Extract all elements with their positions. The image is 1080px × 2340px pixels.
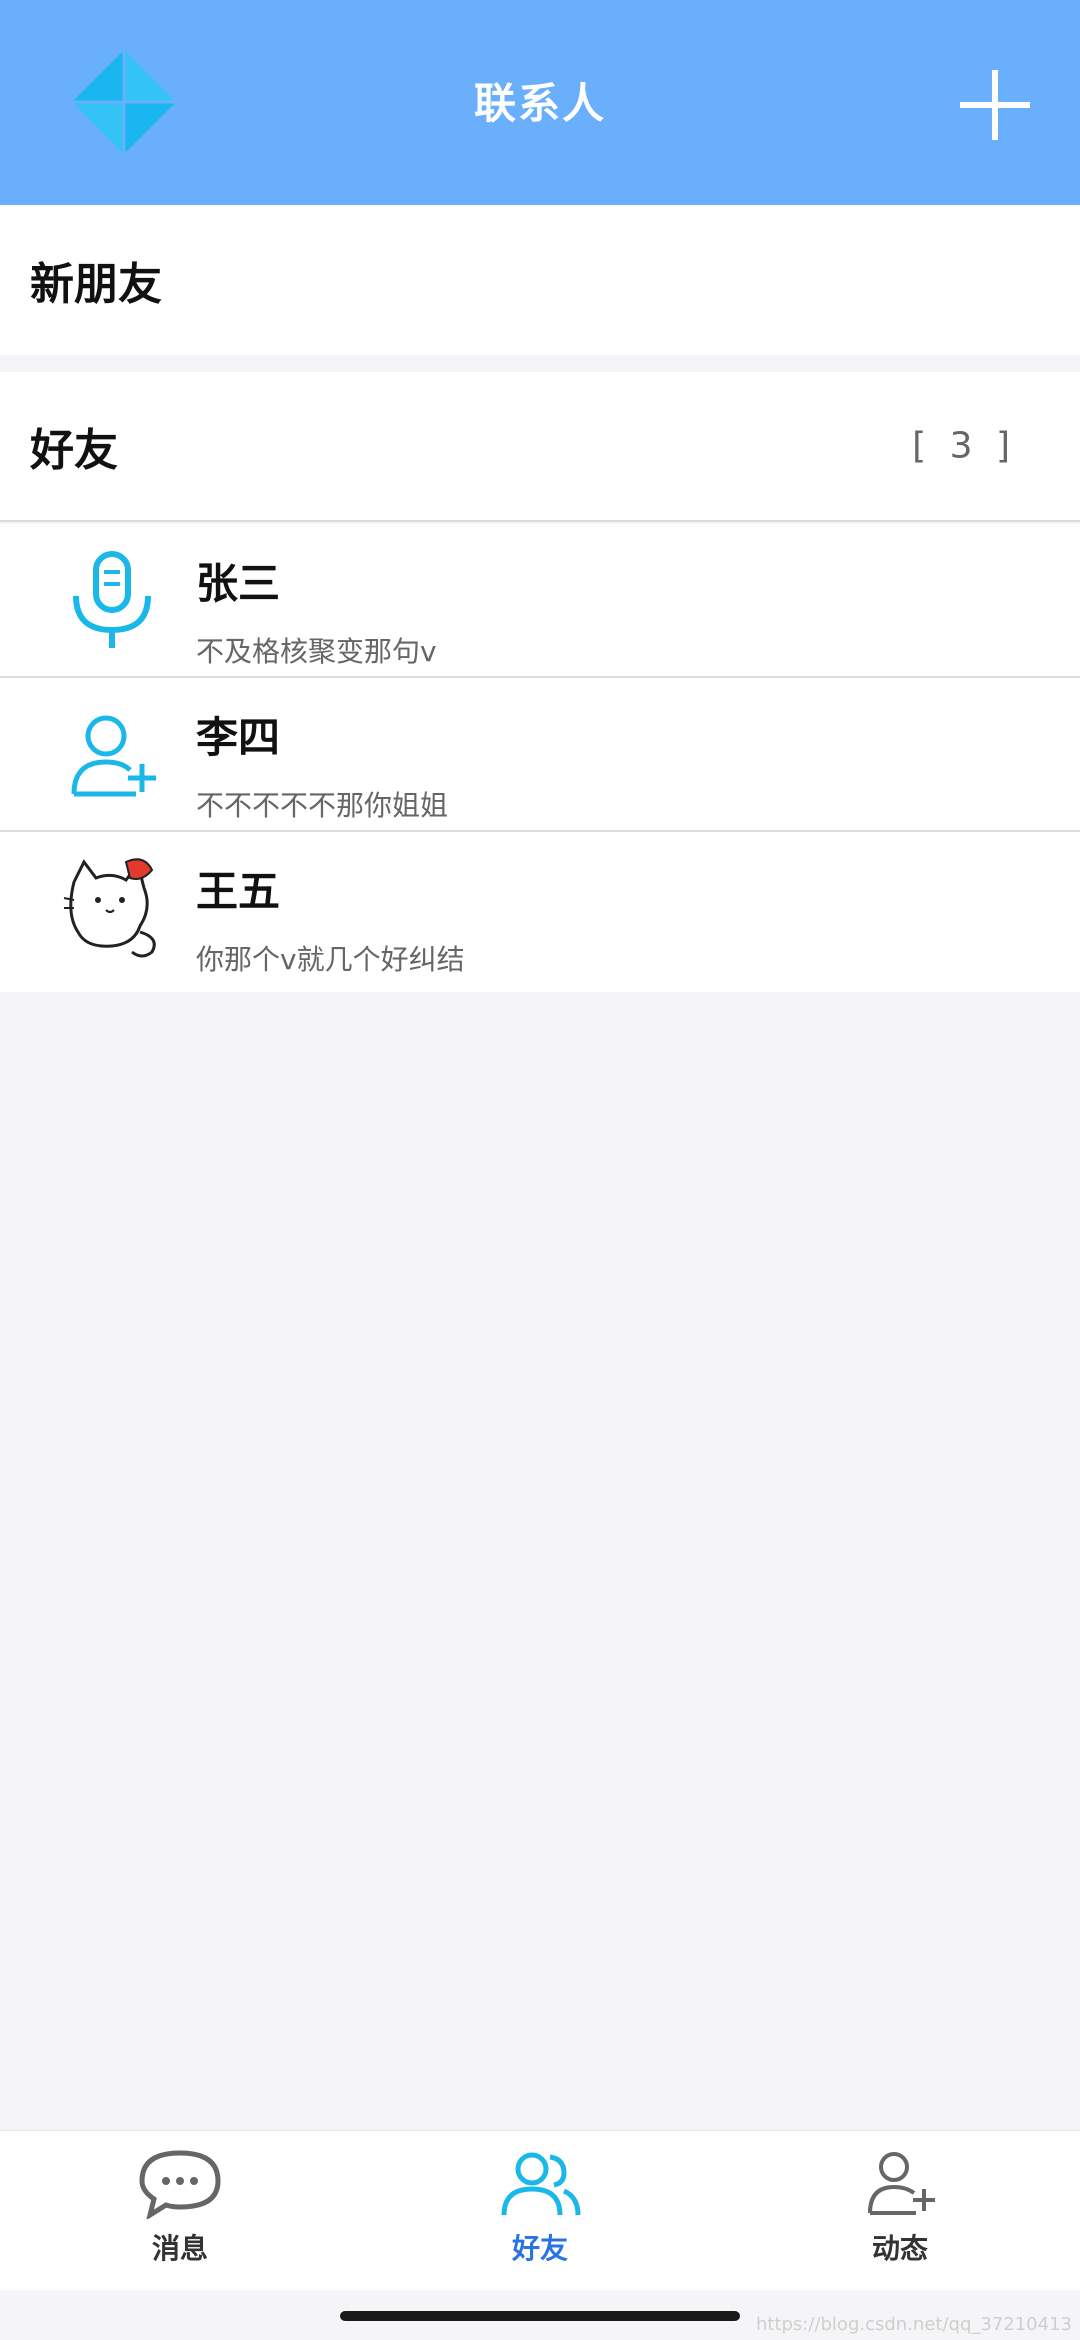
friends-group-label: 好友 — [30, 425, 118, 476]
contact-name: 李四 — [196, 713, 281, 762]
bottom-tab-bar: 消息 好友 动态 — [0, 2130, 1080, 2290]
contact-last-message: 不不不不不那你姐姐 — [196, 789, 449, 822]
contact-name: 王五 — [196, 867, 281, 916]
new-friends-row[interactable]: 新朋友 — [0, 205, 1080, 355]
contact-item[interactable]: 李四 不不不不不那你姐姐 — [0, 678, 1080, 832]
tab-messages[interactable]: 消息 — [80, 2149, 280, 2289]
contact-list: 张三 不及格核聚变那句v 李四 不不不不不那你姐姐 王五 你那个v就几个好纠结 — [0, 524, 1080, 992]
tab-friends-label: 好友 — [511, 2232, 568, 2265]
page-title: 联系人 — [473, 79, 606, 128]
friends-icon — [501, 2152, 581, 2216]
plus-icon[interactable] — [960, 70, 1030, 140]
tab-messages-label: 消息 — [151, 2232, 208, 2265]
friends-group-header[interactable]: 好友 [ 3 ] — [0, 372, 1080, 522]
contact-item[interactable]: 王五 你那个v就几个好纠结 — [0, 832, 1080, 992]
chat-bubble-icon — [139, 2150, 221, 2219]
friends-count: [ 3 ] — [912, 425, 1016, 467]
add-user-icon — [868, 2152, 935, 2215]
add-user-icon — [56, 698, 168, 810]
home-indicator[interactable] — [340, 2311, 740, 2321]
contact-item[interactable]: 张三 不及格核聚变那句v — [0, 524, 1080, 678]
contact-name: 张三 — [196, 559, 281, 608]
top-bar: 联系人 — [0, 0, 1080, 205]
contact-last-message: 不及格核聚变那句v — [196, 635, 437, 668]
tab-friends[interactable]: 好友 — [440, 2149, 640, 2289]
microphone-icon — [56, 544, 168, 656]
contact-last-message: 你那个v就几个好纠结 — [196, 943, 465, 976]
cat-avatar — [56, 852, 168, 964]
tab-moments-label: 动态 — [871, 2232, 928, 2265]
tab-moments[interactable]: 动态 — [800, 2149, 1000, 2289]
new-friends-label: 新朋友 — [30, 259, 162, 310]
watermark-text: https://blog.csdn.net/qq_37210413 — [755, 2314, 1072, 2335]
contacts-screen: 联系人 新朋友 好友 [ 3 ] 张三 不及格核聚变那句v 李四 不不不不不那你… — [0, 0, 1080, 2340]
